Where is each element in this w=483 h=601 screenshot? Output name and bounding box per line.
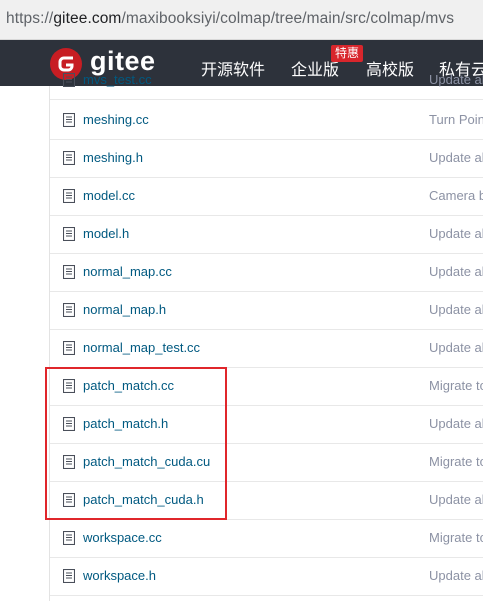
file-name[interactable]: workspace.cc [83,530,162,545]
file-row[interactable]: meshing.cc Turn Point [50,102,483,140]
address-bar[interactable]: https://gitee.com/maxibooksiyi/colmap/tr… [0,0,483,40]
file-list: mvs_test.cc Update all meshing.cc Turn P… [49,72,483,601]
file-row[interactable]: patch_match.h Update all [50,406,483,444]
page: https://gitee.com/maxibooksiyi/colmap/tr… [0,0,483,601]
file-name[interactable]: model.h [83,226,129,241]
file-icon [63,341,75,355]
commit-message[interactable]: Update all [429,150,483,165]
commit-message[interactable]: Migrate to [429,454,483,469]
file-name[interactable]: normal_map.h [83,302,166,317]
file-name[interactable]: meshing.h [83,150,143,165]
file-icon [63,227,75,241]
file-row[interactable]: patch_match_cuda.h Update all [50,482,483,520]
file-row[interactable]: model.h Update all [50,216,483,254]
file-row[interactable]: normal_map_test.cc Update all [50,330,483,368]
file-row[interactable]: normal_map.h Update all [50,292,483,330]
file-row[interactable]: patch_match_cuda.cu Migrate to [50,444,483,482]
file-icon [63,73,75,87]
file-name[interactable]: patch_match_cuda.h [83,492,204,507]
file-icon [63,189,75,203]
file-row[interactable]: workspace.cc Migrate to [50,520,483,558]
file-name[interactable]: workspace.h [83,568,156,583]
commit-message[interactable]: Update all [429,226,483,241]
file-icon [63,113,75,127]
file-icon [63,417,75,431]
file-icon [63,455,75,469]
file-icon [63,569,75,583]
file-name[interactable]: meshing.cc [83,112,149,127]
commit-message[interactable]: Update all [429,568,483,583]
url-prefix: https:// [6,10,54,27]
commit-message[interactable]: Update all [429,340,483,355]
commit-message[interactable]: Migrate to [429,378,483,393]
file-icon [63,265,75,279]
commit-message[interactable]: Update all [429,72,483,87]
promo-badge: 特惠 [331,45,363,62]
file-icon [63,379,75,393]
file-name[interactable]: patch_match.h [83,416,168,431]
file-name[interactable]: normal_map_test.cc [83,340,200,355]
file-name[interactable]: model.cc [83,188,135,203]
url-domain: gitee.com [53,10,122,27]
file-icon [63,531,75,545]
url-path: /maxibooksiyi/colmap/tree/main/src/colma… [121,10,455,27]
file-row[interactable]: meshing.h Update all [50,140,483,178]
file-row[interactable]: patch_match.cc Migrate to [50,368,483,406]
file-name[interactable]: mvs_test.cc [83,72,152,87]
file-icon [63,493,75,507]
file-icon [63,151,75,165]
file-row[interactable]: model.cc Camera be [50,178,483,216]
file-row[interactable]: normal_map.cc Update all [50,254,483,292]
file-name[interactable]: normal_map.cc [83,264,172,279]
commit-message[interactable]: Camera be [429,188,483,203]
commit-message[interactable]: Update all [429,264,483,279]
commit-message[interactable]: Migrate to [429,530,483,545]
file-row[interactable]: mvs_test.cc Update all [50,62,483,100]
file-icon [63,303,75,317]
commit-message[interactable]: Update all [429,416,483,431]
file-name[interactable]: patch_match_cuda.cu [83,454,210,469]
file-name[interactable]: patch_match.cc [83,378,174,393]
commit-message[interactable]: Update all [429,492,483,507]
commit-message[interactable]: Turn Point [429,112,483,127]
commit-message[interactable]: Update all [429,302,483,317]
url-text[interactable]: https://gitee.com/maxibooksiyi/colmap/tr… [6,10,454,28]
file-row[interactable]: workspace.h Update all [50,558,483,596]
